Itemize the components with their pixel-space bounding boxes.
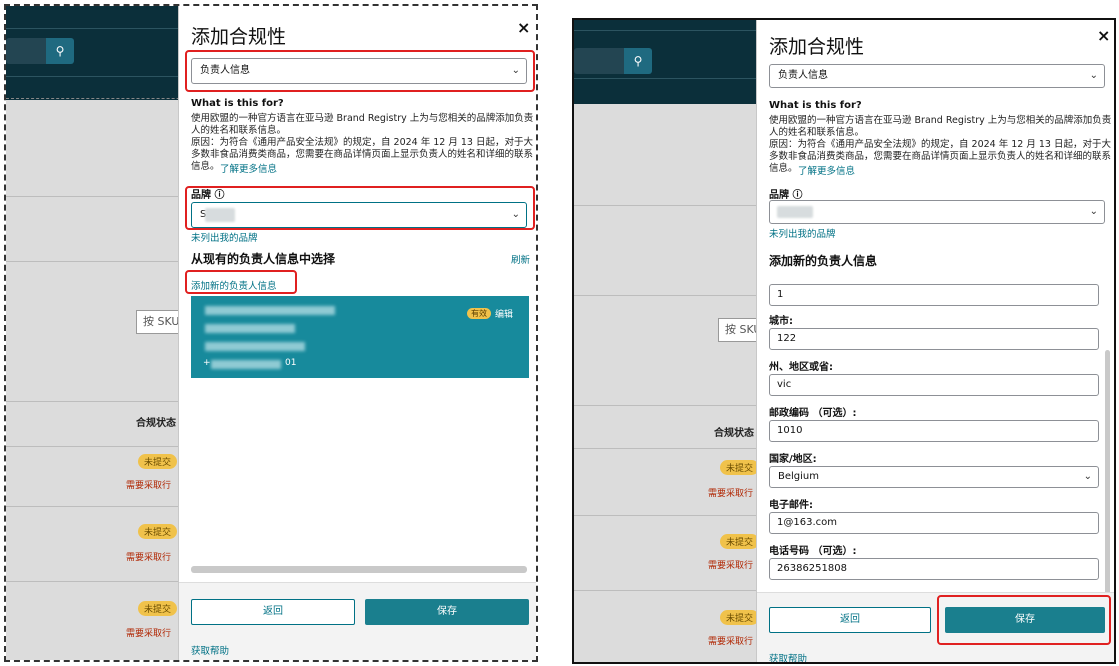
description-line: 信息。 xyxy=(769,163,798,174)
country-select[interactable]: Belgium ⌄ xyxy=(769,466,1099,488)
responsible-person-card[interactable]: + 01 有效 编辑 xyxy=(191,296,529,378)
back-button[interactable]: 返回 xyxy=(191,599,355,625)
email-label: 电子邮件: xyxy=(769,500,813,511)
chevron-down-icon: ⌄ xyxy=(1089,70,1098,81)
compliance-status-header: 合规状态 xyxy=(136,418,176,429)
city-input[interactable]: 122 xyxy=(769,328,1099,350)
chevron-down-icon: ⌄ xyxy=(1089,206,1098,217)
brand-label: 品牌 ⓘ xyxy=(769,190,803,201)
description-line: 人的姓名和联系信息。 xyxy=(191,125,287,136)
status-badge: 未提交 xyxy=(138,601,178,616)
modal-title: 添加合规性 xyxy=(191,26,287,48)
status-badge: 未提交 xyxy=(138,454,178,469)
modal-title: 添加合规性 xyxy=(769,36,865,58)
learn-more-link[interactable]: 了解更多信息 xyxy=(798,163,855,177)
description-line: 原因：为符合《通用产品安全法规》的规定，自 2024 年 12 月 13 日起，… xyxy=(769,139,1111,150)
status-badge: 未提交 xyxy=(720,534,760,549)
help-link[interactable]: 获取帮助 xyxy=(769,651,807,662)
state-label: 州、地区或省: xyxy=(769,362,833,373)
highlight-box xyxy=(185,270,297,294)
brand-not-listed-link[interactable]: 未列出我的品牌 xyxy=(191,230,258,244)
redacted-brand xyxy=(777,206,813,218)
app-search-input[interactable] xyxy=(574,48,624,74)
description-line: 人的姓名和联系信息。 xyxy=(769,127,865,138)
country-label: 国家/地区: xyxy=(769,454,817,465)
app-search-input[interactable] xyxy=(6,38,46,64)
brand-not-listed-link[interactable]: 未列出我的品牌 xyxy=(769,226,836,240)
status-warning[interactable]: 需要采取行 xyxy=(126,478,171,491)
postal-input[interactable]: 1010 xyxy=(769,420,1099,442)
add-compliance-modal: 添加合规性 × 负责人信息 ⌄ What is this for? 使用欧盟的一种… xyxy=(756,20,1114,662)
modal-footer: 返回 保存 获取帮助 xyxy=(179,582,536,660)
compliance-type-select[interactable]: 负责人信息 ⌄ xyxy=(769,64,1105,88)
email-input[interactable]: 1@163.com xyxy=(769,512,1099,534)
highlight-box xyxy=(185,186,535,230)
chevron-down-icon: ⌄ xyxy=(1083,471,1092,482)
description-line: 多数非食品消费类商品，您需要在商品详情页面上显示负责人的姓名和详细的联系 xyxy=(769,151,1112,162)
screenshot-after: ⚲ 按 SKU 合规状态 未提交 需要采取行 未提交 需要采取行 未提交 需要采… xyxy=(572,18,1116,664)
address-input[interactable]: 1 xyxy=(769,284,1099,306)
phone-label: 电话号码 （可选）: xyxy=(769,546,857,557)
edit-link[interactable]: 编辑 xyxy=(495,307,513,320)
close-icon[interactable]: × xyxy=(517,18,530,37)
phone-input[interactable]: 26386251808 xyxy=(769,558,1099,580)
compliance-status-header: 合规状态 xyxy=(714,428,754,439)
description-line: 多数非食品消费类商品，您需要在商品详情页面上显示负责人的姓名和详细的联系 xyxy=(191,149,534,160)
card-phone-suffix: 01 xyxy=(285,358,297,368)
search-icon[interactable]: ⚲ xyxy=(624,48,652,74)
status-warning[interactable]: 需要采取行 xyxy=(708,634,753,647)
help-link[interactable]: 获取帮助 xyxy=(191,643,229,657)
brand-select[interactable]: ⌄ xyxy=(769,200,1105,224)
add-new-heading: 添加新的负责人信息 xyxy=(769,254,878,268)
status-warning[interactable]: 需要采取行 xyxy=(126,550,171,563)
state-input[interactable]: vic xyxy=(769,374,1099,396)
horizontal-scrollbar[interactable] xyxy=(191,566,527,573)
description-line: 原因：为符合《通用产品安全法规》的规定，自 2024 年 12 月 13 日起，… xyxy=(191,137,533,148)
what-heading: What is this for? xyxy=(191,98,284,109)
city-label: 城市: xyxy=(769,316,793,327)
close-icon[interactable]: × xyxy=(1097,26,1110,45)
status-badge: 未提交 xyxy=(720,460,760,475)
search-icon[interactable]: ⚲ xyxy=(46,38,74,64)
modal-footer: 返回 保存 获取帮助 xyxy=(757,592,1114,662)
highlight-box xyxy=(937,595,1111,645)
learn-more-link[interactable]: 了解更多信息 xyxy=(220,161,277,175)
status-warning[interactable]: 需要采取行 xyxy=(708,486,753,499)
status-warning[interactable]: 需要采取行 xyxy=(708,558,753,571)
add-compliance-modal: 添加合规性 × 负责人信息 ⌄ What is this for? 使用欧盟的一种… xyxy=(178,6,536,660)
what-heading: What is this for? xyxy=(769,100,862,111)
select-existing-heading: 从现有的负责人信息中选择 xyxy=(191,252,336,266)
vertical-scrollbar[interactable] xyxy=(1105,350,1110,600)
status-badge: 未提交 xyxy=(720,610,760,625)
screenshot-before: ⚲ 按 SKU 合规状态 未提交 需要采取行 未提交 需要采取行 未提交 需要采… xyxy=(4,4,538,662)
save-button[interactable]: 保存 xyxy=(365,599,529,625)
highlight-box xyxy=(185,50,535,92)
back-button[interactable]: 返回 xyxy=(769,607,931,633)
description-line: 信息。 xyxy=(191,161,220,172)
status-warning[interactable]: 需要采取行 xyxy=(126,626,171,639)
active-badge: 有效 xyxy=(467,308,491,319)
status-badge: 未提交 xyxy=(138,524,178,539)
card-phone-prefix: + xyxy=(203,358,211,368)
description-line: 使用欧盟的一种官方语言在亚马逊 Brand Registry 上为与您相关的品牌… xyxy=(191,113,534,124)
postal-label: 邮政编码 （可选）: xyxy=(769,408,857,419)
refresh-link[interactable]: 刷新 xyxy=(511,252,530,266)
description-line: 使用欧盟的一种官方语言在亚马逊 Brand Registry 上为与您相关的品牌… xyxy=(769,115,1112,126)
